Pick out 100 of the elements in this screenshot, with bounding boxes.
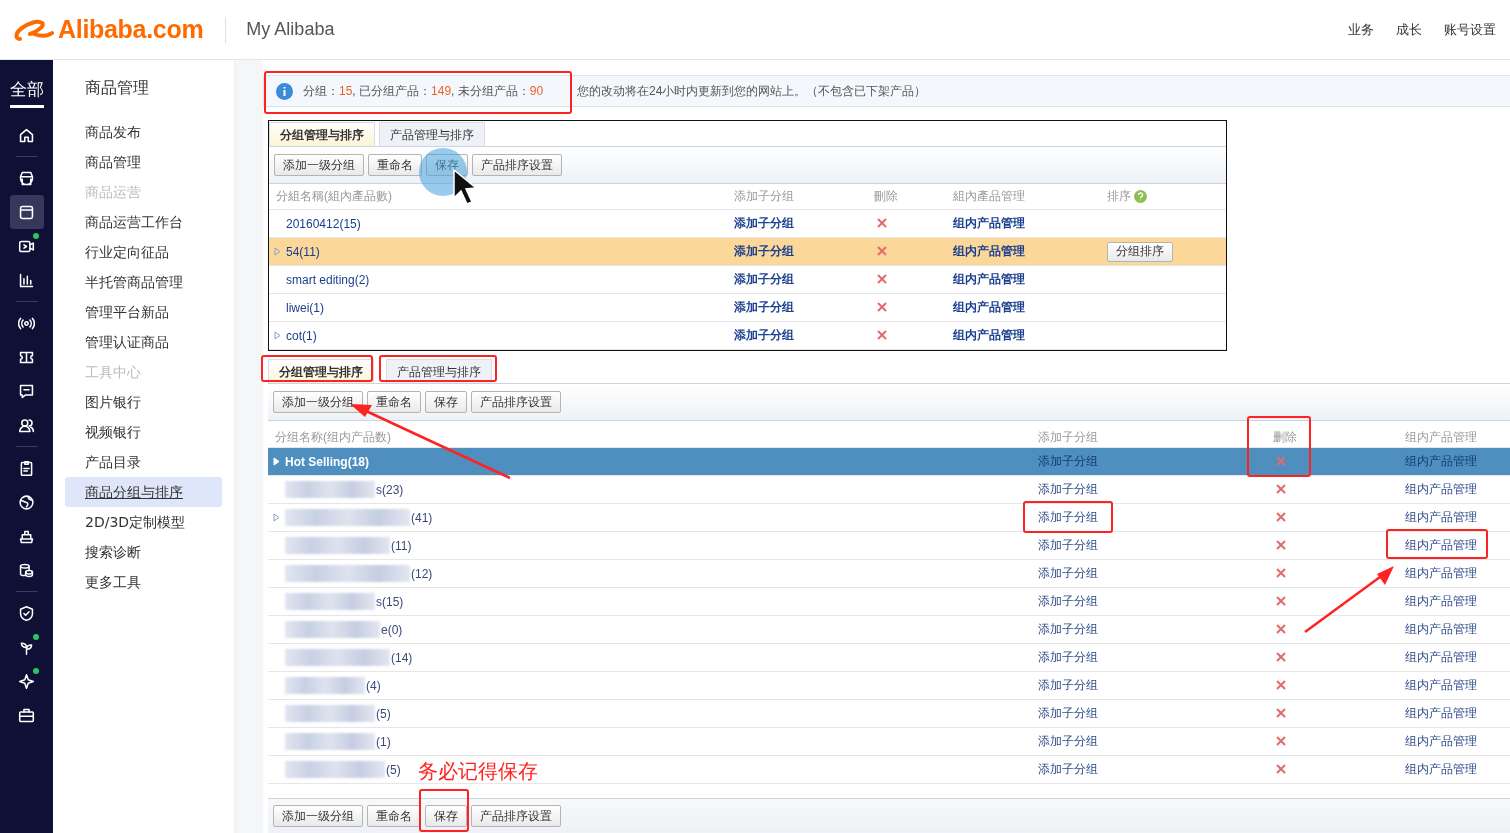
toolbar-button[interactable]: 产品排序设置 bbox=[471, 805, 561, 827]
manage-products-link[interactable]: 组内产品管理 bbox=[1405, 705, 1510, 722]
table-row[interactable]: s(15) 添加子分组 组内产品管理 bbox=[268, 588, 1510, 616]
delete-icon[interactable] bbox=[877, 273, 887, 284]
delete-icon[interactable] bbox=[1276, 679, 1286, 690]
group-name[interactable]: (14) bbox=[391, 650, 413, 665]
toolbar-button[interactable]: 添加一级分组 bbox=[273, 805, 363, 827]
manage-products-link[interactable]: 组内产品管理 bbox=[953, 299, 1107, 316]
table-row[interactable]: (11) 添加子分组 组内产品管理 bbox=[268, 532, 1510, 560]
tab[interactable]: 分组管理与排序 bbox=[269, 122, 375, 146]
nav-item[interactable]: 商品运营工作台 bbox=[65, 207, 222, 237]
nav-item[interactable]: 商品分组与排序 bbox=[65, 477, 222, 507]
group-name[interactable]: (11) bbox=[391, 538, 412, 553]
table-row[interactable]: (41) 添加子分组 组内产品管理 bbox=[268, 504, 1510, 532]
delete-icon[interactable] bbox=[1276, 651, 1286, 662]
add-subgroup-link[interactable]: 添加子分组 bbox=[1038, 509, 1273, 526]
delete-icon[interactable] bbox=[1276, 595, 1286, 606]
delete-icon[interactable] bbox=[877, 329, 887, 340]
header-link[interactable]: 成长 bbox=[1396, 20, 1422, 39]
group-name[interactable]: (41) bbox=[411, 510, 433, 525]
delete-icon[interactable] bbox=[877, 245, 887, 256]
manage-products-link[interactable]: 组内产品管理 bbox=[953, 243, 1107, 260]
manage-products-link[interactable]: 组内产品管理 bbox=[1405, 733, 1510, 750]
manage-products-link[interactable]: 组内产品管理 bbox=[1405, 481, 1510, 498]
group-name[interactable]: liwei(1) bbox=[286, 300, 324, 315]
delete-icon[interactable] bbox=[1276, 539, 1286, 550]
add-subgroup-link[interactable]: 添加子分组 bbox=[1038, 481, 1273, 498]
table-row[interactable]: (5) 添加子分组 组内产品管理 bbox=[268, 700, 1510, 728]
add-subgroup-link[interactable]: 添加子分组 bbox=[734, 271, 874, 288]
header-link[interactable]: 业务 bbox=[1348, 20, 1374, 39]
group-name[interactable]: cot(1) bbox=[286, 328, 317, 343]
nav-item[interactable]: 产品目录 bbox=[65, 447, 222, 477]
rail-title[interactable]: 全部 bbox=[9, 60, 44, 108]
expand-icon[interactable] bbox=[272, 513, 281, 522]
table-row[interactable]: (12) 添加子分组 组内产品管理 bbox=[268, 560, 1510, 588]
add-subgroup-link[interactable]: 添加子分组 bbox=[1038, 649, 1273, 666]
nav-item[interactable]: 管理平台新品 bbox=[65, 297, 222, 327]
nav-item[interactable]: 商品管理 bbox=[65, 147, 222, 177]
toolbar-button[interactable]: 保存 bbox=[425, 805, 467, 827]
group-name[interactable]: s(15) bbox=[376, 594, 404, 609]
sort-button[interactable]: 分组排序 bbox=[1107, 241, 1173, 262]
add-subgroup-link[interactable]: 添加子分组 bbox=[1038, 621, 1273, 638]
add-subgroup-link[interactable]: 添加子分组 bbox=[1038, 537, 1273, 554]
table-row[interactable]: s(23) 添加子分组 组内产品管理 bbox=[268, 476, 1510, 504]
delete-icon[interactable] bbox=[1276, 623, 1286, 634]
nav-item[interactable]: 搜索诊断 bbox=[65, 537, 222, 567]
group-name[interactable]: s(23) bbox=[376, 482, 404, 497]
group-name[interactable]: (12) bbox=[411, 566, 433, 581]
delete-icon[interactable] bbox=[1276, 763, 1286, 774]
table-row[interactable]: (4) 添加子分组 组内产品管理 bbox=[268, 672, 1510, 700]
delete-icon[interactable] bbox=[877, 217, 887, 228]
add-subgroup-link[interactable]: 添加子分组 bbox=[1038, 565, 1273, 582]
table-row[interactable]: smart editing(2) 添加子分组 组内产品管理 bbox=[269, 266, 1226, 294]
toolbar-button[interactable]: 添加一级分组 bbox=[273, 391, 363, 413]
table-row[interactable]: cot(1) 添加子分组 组内产品管理 bbox=[269, 322, 1226, 350]
delete-icon[interactable] bbox=[1276, 511, 1286, 522]
manage-products-link[interactable]: 组内产品管理 bbox=[1405, 761, 1510, 778]
table-row[interactable]: e(0) 添加子分组 组内产品管理 bbox=[268, 616, 1510, 644]
nav-item[interactable]: 2D/3D定制模型 bbox=[65, 507, 222, 537]
add-subgroup-link[interactable]: 添加子分组 bbox=[1038, 705, 1273, 722]
add-subgroup-link[interactable]: 添加子分组 bbox=[1038, 733, 1273, 750]
table-row[interactable]: liwei(1) 添加子分组 组内产品管理 bbox=[269, 294, 1226, 322]
header-link[interactable]: 账号设置 bbox=[1444, 20, 1496, 39]
group-name[interactable]: (5) bbox=[386, 762, 401, 777]
manage-products-link[interactable]: 组内产品管理 bbox=[1405, 509, 1510, 526]
tab[interactable]: 产品管理与排序 bbox=[386, 359, 492, 383]
group-name[interactable]: (1) bbox=[376, 734, 391, 749]
manage-products-link[interactable]: 组内产品管理 bbox=[1405, 621, 1510, 638]
manage-products-link[interactable]: 组内产品管理 bbox=[1405, 537, 1510, 554]
toolbar-button[interactable]: 重命名 bbox=[368, 154, 422, 176]
expand-icon[interactable] bbox=[273, 247, 282, 256]
delete-icon[interactable] bbox=[1276, 707, 1286, 718]
nav-item[interactable]: 商品发布 bbox=[65, 117, 222, 147]
add-subgroup-link[interactable]: 添加子分组 bbox=[1038, 677, 1273, 694]
manage-products-link[interactable]: 组内产品管理 bbox=[953, 271, 1107, 288]
add-subgroup-link[interactable]: 添加子分组 bbox=[734, 327, 874, 344]
tab[interactable]: 分组管理与排序 bbox=[268, 359, 374, 383]
add-subgroup-link[interactable]: 添加子分组 bbox=[1038, 761, 1273, 778]
nav-item[interactable]: 半托管商品管理 bbox=[65, 267, 222, 297]
delete-icon[interactable] bbox=[877, 301, 887, 312]
add-subgroup-link[interactable]: 添加子分组 bbox=[734, 215, 874, 232]
nav-item[interactable]: 图片银行 bbox=[65, 387, 222, 417]
manage-products-link[interactable]: 组内产品管理 bbox=[1405, 677, 1510, 694]
add-subgroup-link[interactable]: 添加子分组 bbox=[1038, 593, 1273, 610]
delete-icon[interactable] bbox=[1276, 735, 1286, 746]
nav-item[interactable]: 管理认证商品 bbox=[65, 327, 222, 357]
group-name[interactable]: e(0) bbox=[381, 622, 403, 637]
tab[interactable]: 产品管理与排序 bbox=[379, 122, 485, 146]
toolbar-button[interactable]: 产品排序设置 bbox=[472, 154, 562, 176]
add-subgroup-link[interactable]: 添加子分组 bbox=[734, 299, 874, 316]
toolbar-button[interactable]: 添加一级分组 bbox=[274, 154, 364, 176]
toolbar-button[interactable]: 重命名 bbox=[367, 805, 421, 827]
group-name[interactable]: (5) bbox=[376, 706, 391, 721]
expand-icon[interactable] bbox=[273, 331, 282, 340]
nav-item[interactable]: 视频银行 bbox=[65, 417, 222, 447]
manage-products-link[interactable]: 组内产品管理 bbox=[1405, 565, 1510, 582]
group-name[interactable]: 20160412(15) bbox=[286, 216, 361, 231]
delete-icon[interactable] bbox=[1276, 483, 1286, 494]
table-row[interactable]: (1) 添加子分组 组内产品管理 bbox=[268, 728, 1510, 756]
toolbar-button[interactable]: 产品排序设置 bbox=[471, 391, 561, 413]
